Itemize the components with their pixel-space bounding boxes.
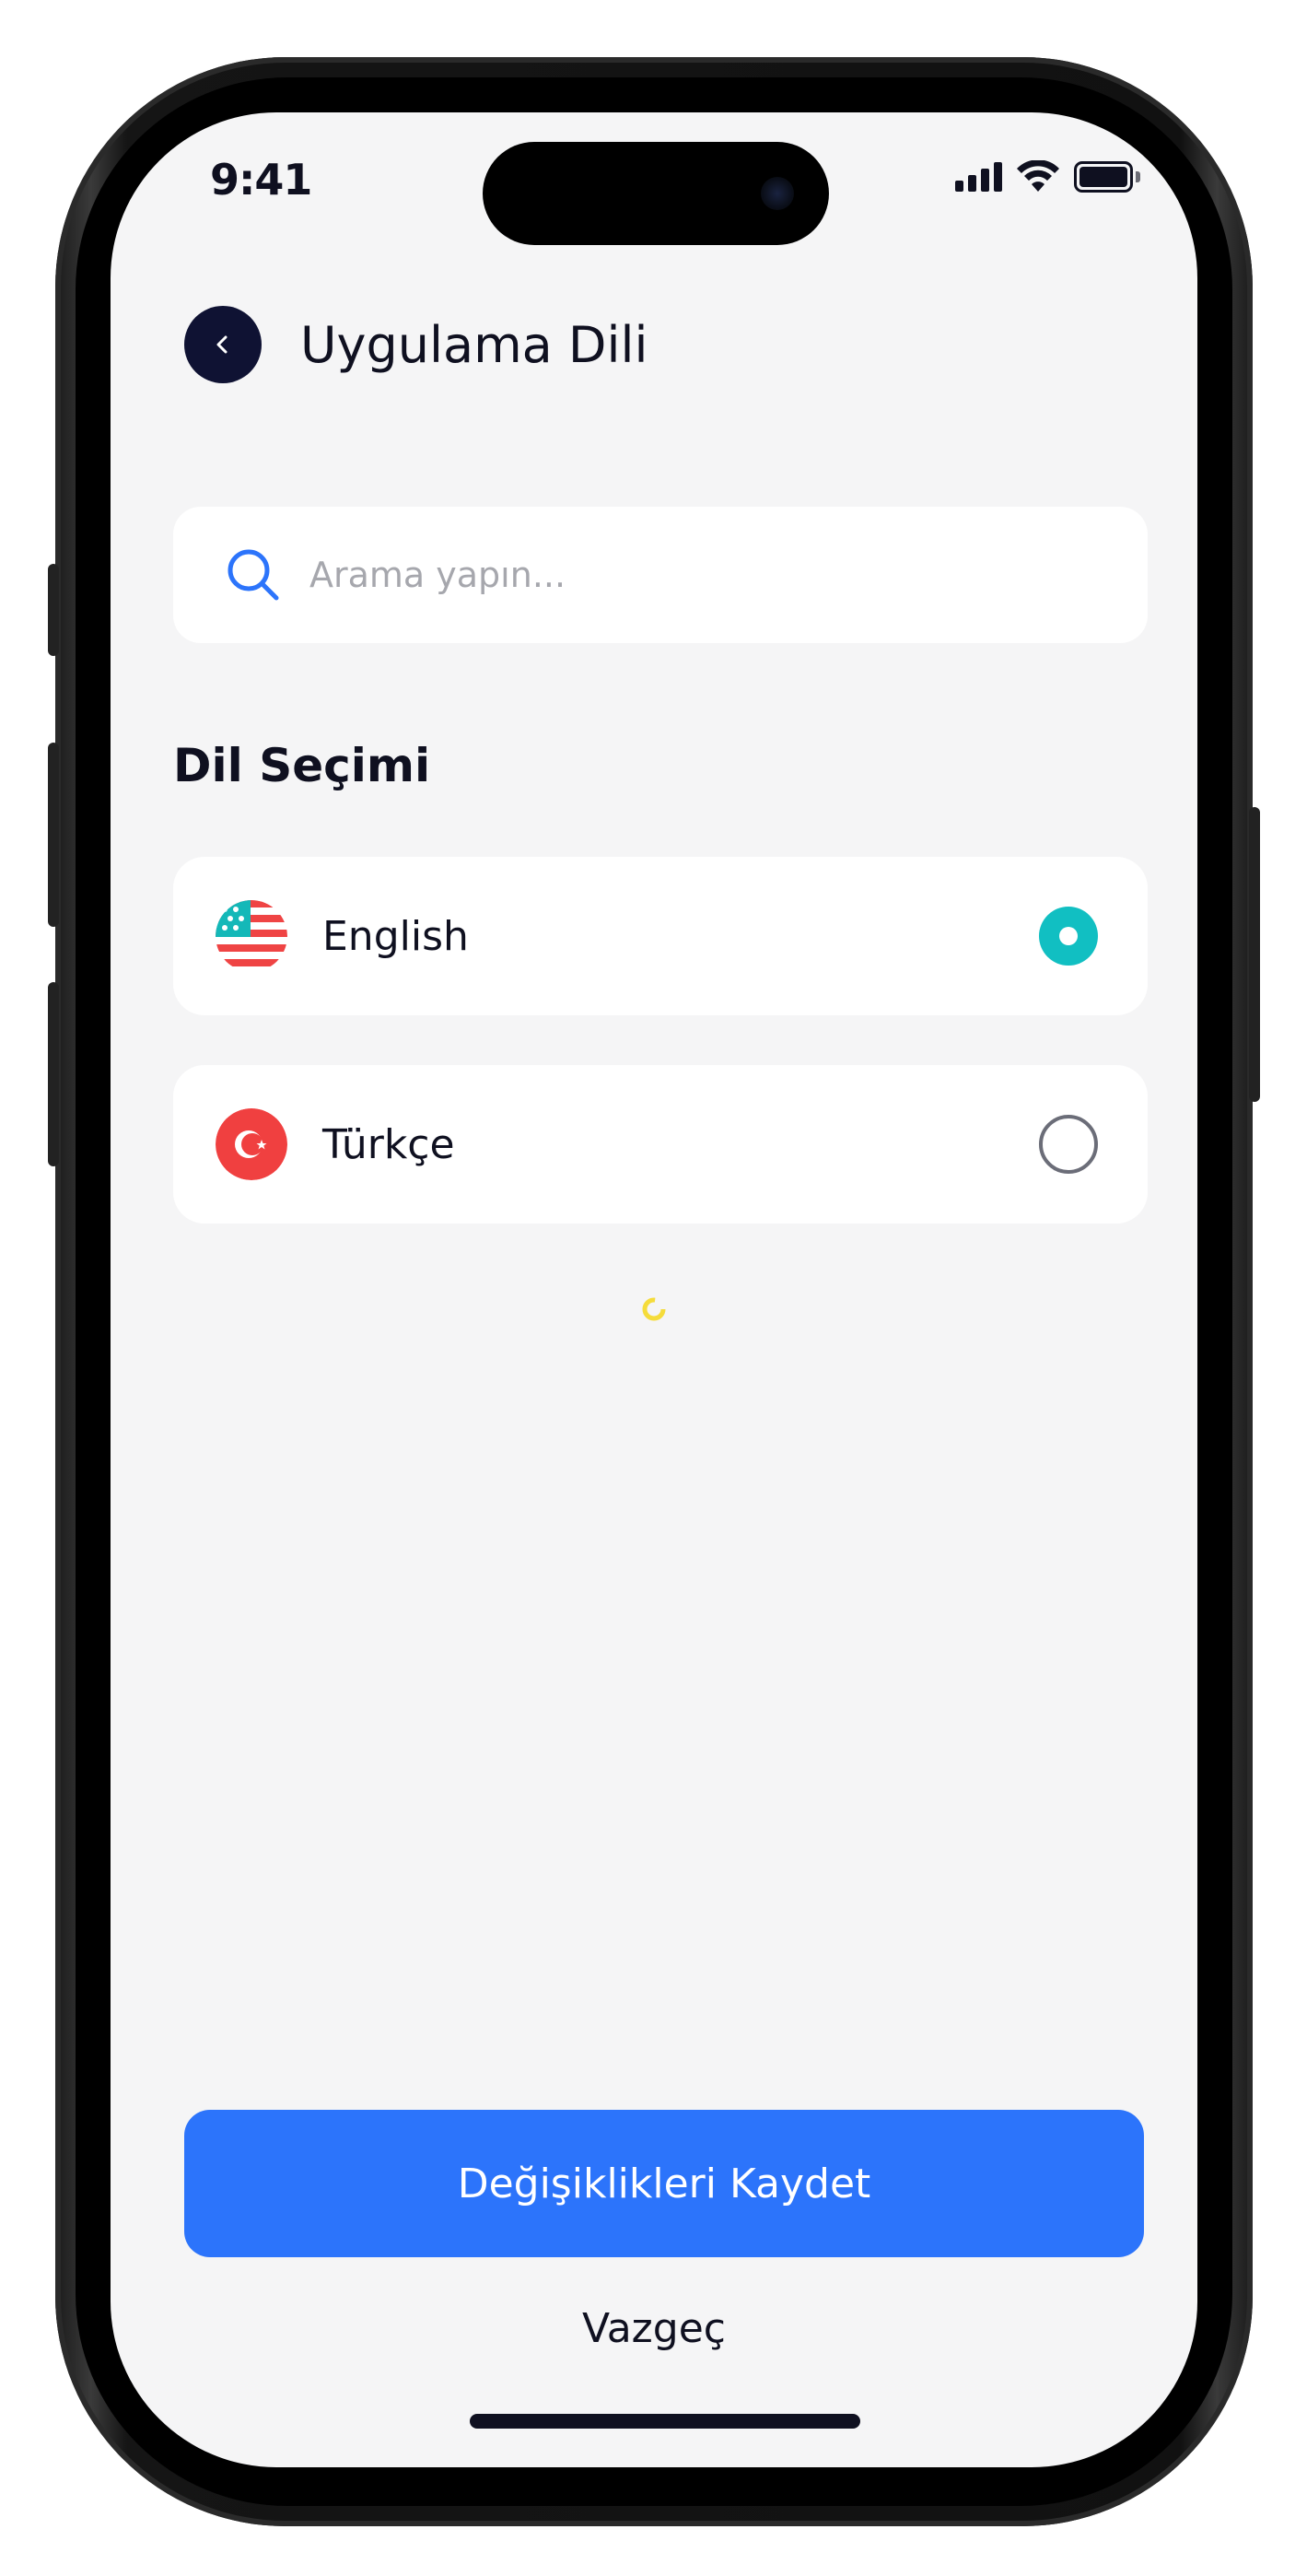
wifi-icon [1017,160,1059,192]
us-flag-icon [216,900,287,972]
back-button[interactable] [184,306,262,383]
language-label: Türkçe [322,1120,455,1168]
volume-up-button [48,743,59,927]
search-input[interactable] [308,554,1048,596]
app-screen: 9:41 Uygulama Dili Dil Seçimi [111,112,1197,2467]
section-title: Dil Seçimi [173,739,431,792]
chevron-left-icon [216,335,228,354]
action-button [48,564,59,656]
status-time: 9:41 [210,155,312,205]
power-button [1249,807,1260,1102]
page-header: Uygulama Dili [184,306,648,383]
loading-spinner-icon [642,1297,666,1321]
search-bar[interactable] [173,507,1148,643]
language-item-turkish[interactable]: Türkçe [173,1065,1148,1224]
status-icons [955,160,1142,193]
radio-selected[interactable] [1039,907,1098,966]
dynamic-island [483,142,829,245]
cancel-button[interactable]: Vazgeç [111,2305,1197,2352]
home-indicator[interactable] [470,2414,860,2429]
language-item-english[interactable]: English [173,857,1148,1015]
page-title: Uygulama Dili [300,315,648,374]
radio-unselected[interactable] [1039,1115,1098,1174]
volume-down-button [48,982,59,1166]
camera-icon [761,177,794,210]
language-label: English [322,912,469,960]
search-icon [228,549,279,601]
cellular-signal-icon [955,162,1002,192]
tr-flag-icon [216,1108,287,1180]
battery-icon [1074,161,1142,193]
save-changes-button[interactable]: Değişiklikleri Kaydet [184,2110,1144,2257]
